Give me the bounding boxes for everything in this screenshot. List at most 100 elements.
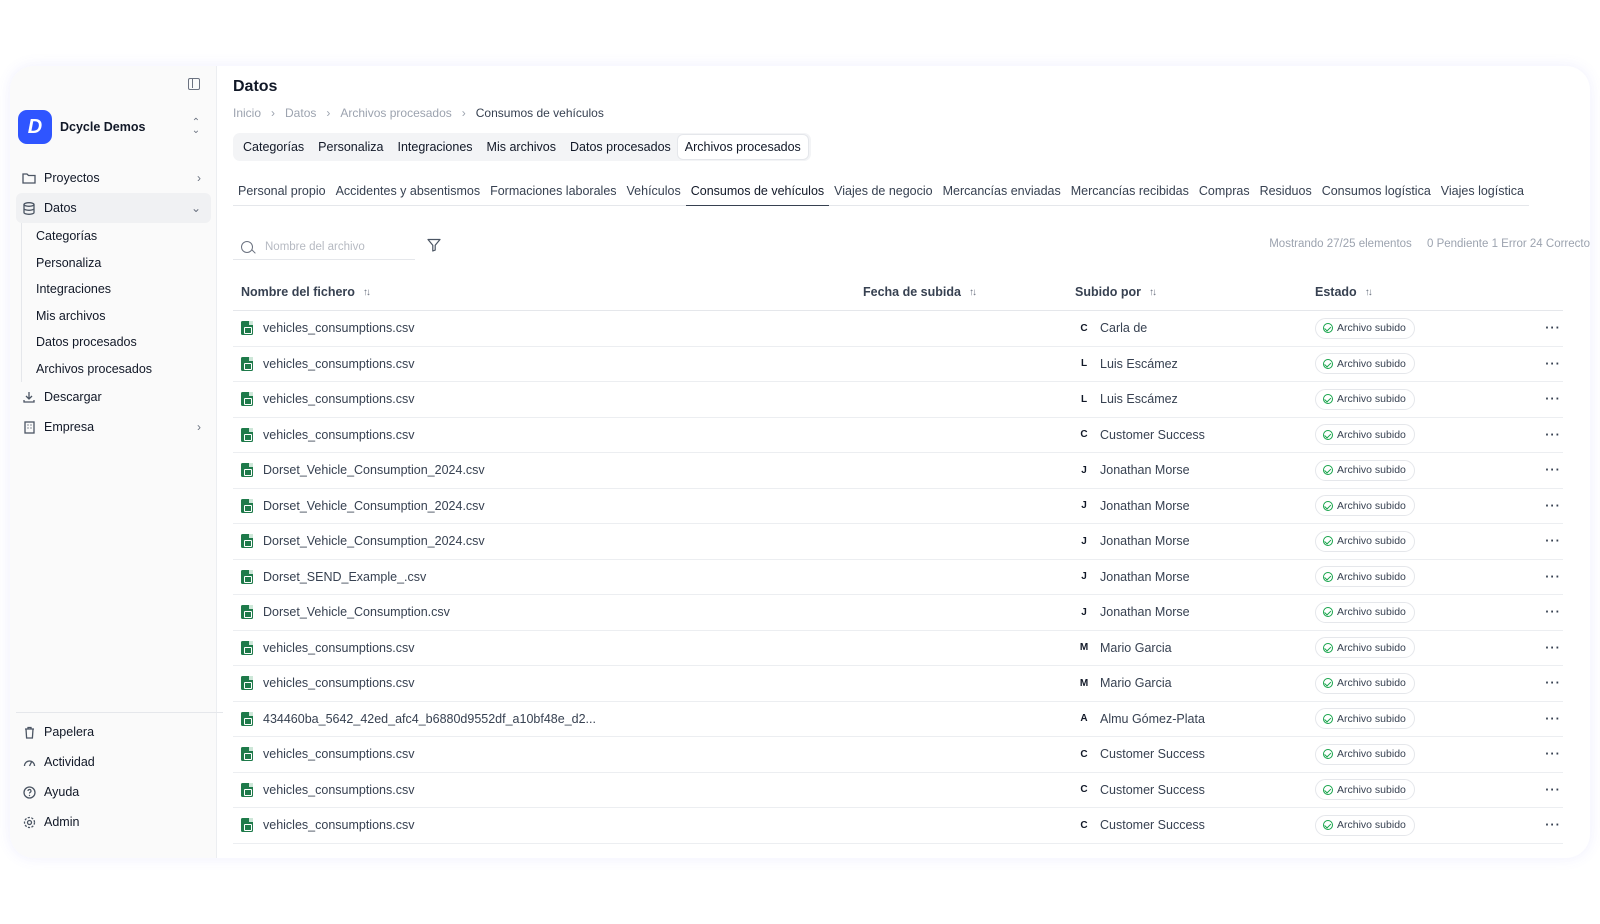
more-options-icon[interactable]: ··· <box>1543 676 1563 690</box>
table-row[interactable]: vehicles_consumptions.csv C Customer Succe… <box>233 737 1563 773</box>
sidebar-subitem-integraciones[interactable]: Integraciones <box>36 276 217 303</box>
file-name[interactable]: Dorset_SEND_Example_.csv <box>263 570 426 584</box>
table-row[interactable]: vehicles_consumptions.csv C Customer Succe… <box>233 773 1563 808</box>
subtab-vehiculos[interactable]: Vehículos <box>622 176 686 206</box>
file-name[interactable]: vehicles_consumptions.csv <box>263 357 414 371</box>
breadcrumb-archivos-procesados[interactable]: Archivos procesados <box>340 106 451 120</box>
more-options-icon[interactable]: ··· <box>1543 747 1563 761</box>
sidebar-item-empresa[interactable]: Empresa › <box>16 412 211 442</box>
more-options-icon[interactable]: ··· <box>1543 392 1563 406</box>
chevron-right-icon: › <box>197 420 201 434</box>
subtab-residuos[interactable]: Residuos <box>1255 176 1317 206</box>
sidebar-item-proyectos[interactable]: Proyectos › <box>16 163 211 193</box>
status-label: Archivo subido <box>1337 393 1406 406</box>
file-name[interactable]: vehicles_consumptions.csv <box>263 747 414 761</box>
sidebar-item-admin[interactable]: Admin <box>16 807 223 837</box>
status-badge: Archivo subido <box>1315 672 1415 694</box>
more-options-icon[interactable]: ··· <box>1543 783 1563 797</box>
more-options-icon[interactable]: ··· <box>1543 428 1563 442</box>
file-name[interactable]: Dorset_Vehicle_Consumption_2024.csv <box>263 463 485 477</box>
subtab-formaciones[interactable]: Formaciones laborales <box>485 176 621 206</box>
file-name[interactable]: 434460ba_5642_42ed_afc4_b6880d9552df_a10… <box>263 712 596 726</box>
more-options-icon[interactable]: ··· <box>1543 357 1563 371</box>
table-row[interactable]: Dorset_Vehicle_Consumption.csv J Jonathan … <box>233 595 1563 631</box>
subtab-accidentes[interactable]: Accidentes y absentismos <box>331 176 486 206</box>
file-name[interactable]: vehicles_consumptions.csv <box>263 676 414 690</box>
column-header-date[interactable]: Fecha de subida ↑↓ <box>863 285 1075 299</box>
file-name[interactable]: vehicles_consumptions.csv <box>263 392 414 406</box>
table-row[interactable]: Dorset_Vehicle_Consumption_2024.csv J Jona… <box>233 524 1563 560</box>
tab-integraciones[interactable]: Integraciones <box>390 135 479 159</box>
sort-icon[interactable]: ↑↓ <box>363 287 371 298</box>
breadcrumb-datos[interactable]: Datos <box>285 106 316 120</box>
tab-mis-archivos[interactable]: Mis archivos <box>480 135 563 159</box>
sidebar-item-papelera[interactable]: Papelera <box>16 717 223 747</box>
subtab-viajes-logistica[interactable]: Viajes logística <box>1436 176 1529 206</box>
column-header-name[interactable]: Nombre del fichero ↑↓ <box>233 285 863 299</box>
table-row[interactable]: vehicles_consumptions.csv C Customer Succe… <box>233 418 1563 453</box>
sidebar-subitem-categorias[interactable]: Categorías <box>36 223 217 250</box>
table-row[interactable]: vehicles_consumptions.csv M Mario Garcia Ar… <box>233 631 1563 666</box>
status-label: Archivo subido <box>1337 819 1406 832</box>
file-name[interactable]: Dorset_Vehicle_Consumption_2024.csv <box>263 499 485 513</box>
file-name[interactable]: vehicles_consumptions.csv <box>263 321 414 335</box>
more-options-icon[interactable]: ··· <box>1543 641 1563 655</box>
column-header-status[interactable]: Estado ↑↓ <box>1315 285 1543 299</box>
more-options-icon[interactable]: ··· <box>1543 463 1563 477</box>
sidebar-subitem-mis-archivos[interactable]: Mis archivos <box>36 303 217 330</box>
sidebar-collapse-icon[interactable] <box>188 78 200 90</box>
more-options-icon[interactable]: ··· <box>1543 712 1563 726</box>
file-name[interactable]: Dorset_Vehicle_Consumption_2024.csv <box>263 534 485 548</box>
status-counts: 0 Pendiente 1 Error 24 Correcto <box>1426 238 1590 250</box>
table-row[interactable]: vehicles_consumptions.csv L Luis Escámez Ar… <box>233 347 1563 382</box>
subtab-mercancias-enviadas[interactable]: Mercancías enviadas <box>938 176 1066 206</box>
table-row[interactable]: 434460ba_5642_42ed_afc4_b6880d9552df_a10… <box>233 702 1563 737</box>
workspace-switcher[interactable]: D Dcycle Demos ⌃ ⌄ <box>18 110 202 144</box>
sidebar-subitem-datos-procesados[interactable]: Datos procesados <box>36 329 217 356</box>
table-row[interactable]: Dorset_Vehicle_Consumption_2024.csv J Jona… <box>233 453 1563 489</box>
table-row[interactable]: vehicles_consumptions.csv M Mario Garcia Ar… <box>233 666 1563 702</box>
avatar: M <box>1079 642 1089 654</box>
file-name[interactable]: vehicles_consumptions.csv <box>263 783 414 797</box>
subtab-mercancias-recibidas[interactable]: Mercancías recibidas <box>1066 176 1194 206</box>
sidebar-subitem-archivos-procesados[interactable]: Archivos procesados <box>36 356 217 383</box>
subtab-compras[interactable]: Compras <box>1194 176 1255 206</box>
subtab-viajes-negocio[interactable]: Viajes de negocio <box>829 176 937 206</box>
more-options-icon[interactable]: ··· <box>1543 818 1563 832</box>
breadcrumb-inicio[interactable]: Inicio <box>233 106 261 120</box>
subtab-consumos-logistica[interactable]: Consumos logística <box>1317 176 1436 206</box>
file-name[interactable]: vehicles_consumptions.csv <box>263 428 414 442</box>
table-row[interactable]: Dorset_SEND_Example_.csv J Jonathan Morse A… <box>233 560 1563 595</box>
table-row[interactable]: vehicles_consumptions.csv C Carla de Archiv… <box>233 311 1563 347</box>
sort-icon[interactable]: ↑↓ <box>969 287 977 298</box>
more-options-icon[interactable]: ··· <box>1543 321 1563 335</box>
sidebar-subitem-personaliza[interactable]: Personaliza <box>36 250 217 277</box>
subtab-personal-propio[interactable]: Personal propio <box>233 176 331 206</box>
more-options-icon[interactable]: ··· <box>1543 534 1563 548</box>
column-label: Nombre del fichero <box>241 285 355 299</box>
sidebar-item-ayuda[interactable]: Ayuda <box>16 777 223 807</box>
file-name[interactable]: vehicles_consumptions.csv <box>263 818 414 832</box>
sidebar-item-descargar[interactable]: Descargar <box>16 382 211 412</box>
filter-icon[interactable] <box>427 238 441 252</box>
tab-categorias[interactable]: Categorías <box>236 135 311 159</box>
search-input[interactable] <box>265 240 405 253</box>
more-options-icon[interactable]: ··· <box>1543 499 1563 513</box>
tab-personaliza[interactable]: Personaliza <box>311 135 390 159</box>
subtab-consumos-vehiculos[interactable]: Consumos de vehículos <box>685 176 830 206</box>
more-options-icon[interactable]: ··· <box>1543 570 1563 584</box>
sort-icon[interactable]: ↑↓ <box>1149 287 1157 298</box>
file-name[interactable]: vehicles_consumptions.csv <box>263 641 414 655</box>
file-name[interactable]: Dorset_Vehicle_Consumption.csv <box>263 605 450 619</box>
table-row[interactable]: vehicles_consumptions.csv L Luis Escámez Ar… <box>233 382 1563 418</box>
table-row[interactable]: Dorset_Vehicle_Consumption_2024.csv J Jona… <box>233 489 1563 524</box>
more-options-icon[interactable]: ··· <box>1543 605 1563 619</box>
tab-archivos-procesados[interactable]: Archivos procesados <box>677 135 808 159</box>
table-row[interactable]: vehicles_consumptions.csv C Customer Succe… <box>233 808 1563 844</box>
column-header-user[interactable]: Subido por ↑↓ <box>1075 285 1315 299</box>
sidebar-item-datos[interactable]: Datos ⌄ <box>16 193 211 223</box>
tab-datos-procesados[interactable]: Datos procesados <box>563 135 678 159</box>
sidebar-item-actividad[interactable]: Actividad <box>16 747 223 777</box>
sort-icon[interactable]: ↑↓ <box>1365 287 1373 298</box>
status-label: Archivo subido <box>1337 535 1406 548</box>
